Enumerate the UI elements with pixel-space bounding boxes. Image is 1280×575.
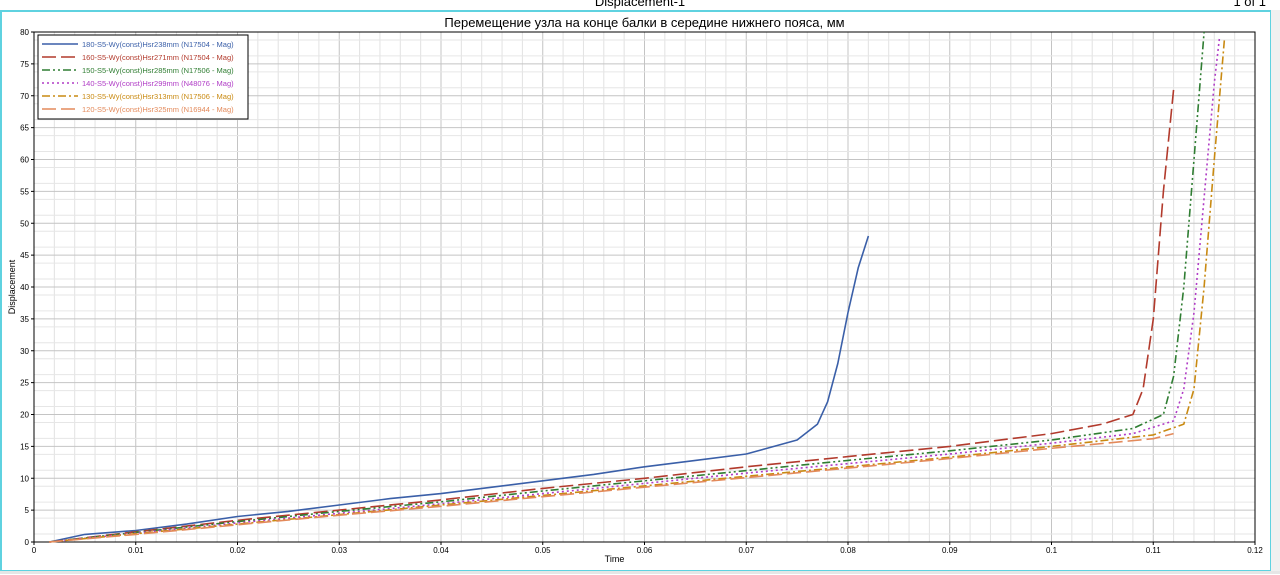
x-tick-label: 0.04 <box>433 546 449 555</box>
y-tick-label: 20 <box>20 411 29 420</box>
legend-entry: 150-S5-Wy(const)Hsr285mm (N17506 - Mag) <box>82 66 234 75</box>
y-tick-label: 70 <box>20 92 29 101</box>
x-tick-label: 0.03 <box>331 546 347 555</box>
y-tick-label: 55 <box>20 187 29 196</box>
x-tick-label: 0.08 <box>840 546 856 555</box>
y-tick-label: 15 <box>20 442 29 451</box>
x-tick-label: 0.05 <box>535 546 551 555</box>
y-tick-label: 45 <box>20 251 29 260</box>
y-tick-label: 35 <box>20 315 29 324</box>
y-tick-label: 25 <box>20 379 29 388</box>
x-tick-label: 0.02 <box>230 546 246 555</box>
y-tick-label: 80 <box>20 28 29 37</box>
legend-entry: 140-S5-Wy(const)Hsr299mm (N48076 - Mag) <box>82 79 234 88</box>
x-tick-label: 0.12 <box>1247 546 1263 555</box>
x-tick-label: 0.07 <box>738 546 754 555</box>
legend-entry: 160-S5-Wy(const)Hsr271mm (N17504 - Mag) <box>82 53 234 62</box>
x-tick-label: 0 <box>32 546 37 555</box>
x-tick-label: 0.01 <box>128 546 144 555</box>
y-tick-label: 40 <box>20 283 29 292</box>
y-tick-label: 50 <box>20 219 29 228</box>
y-tick-label: 10 <box>20 474 29 483</box>
x-axis-label: Time <box>605 554 625 564</box>
x-tick-label: 0.11 <box>1146 546 1162 555</box>
x-tick-label: 0.1 <box>1046 546 1058 555</box>
legend-entry: 120-S5-Wy(const)Hsr325mm (N16944 - Mag) <box>82 105 234 114</box>
legend-entry: 130-S5-Wy(const)Hsr313mm (N17506 - Mag) <box>82 92 234 101</box>
y-tick-label: 60 <box>20 156 29 165</box>
x-tick-label: 0.06 <box>637 546 653 555</box>
plot-window-frame[interactable]: Перемещение узла на конце балки в середи… <box>0 10 1272 572</box>
y-tick-label: 65 <box>20 124 29 133</box>
y-tick-label: 30 <box>20 347 29 356</box>
y-tick-label: 75 <box>20 60 29 69</box>
legend-entry: 180-S5-Wy(const)Hsr238mm (N17504 - Mag) <box>82 40 234 49</box>
side-scrollbar[interactable] <box>1271 10 1280 574</box>
y-tick-label: 5 <box>25 506 30 515</box>
displacement-chart: Перемещение узла на конце балки в середи… <box>7 15 1263 564</box>
x-tick-label: 0.09 <box>942 546 958 555</box>
window-title: Displacement-1 <box>594 0 686 9</box>
y-axis-label: Displacement <box>7 259 17 314</box>
y-tick-label: 0 <box>25 538 30 547</box>
window-title-bar: Displacement-1 1 of 1 <box>0 0 1280 10</box>
page-indicator: 1 of 1 <box>1233 0 1266 9</box>
chart-title: Перемещение узла на конце балки в середи… <box>444 15 844 30</box>
